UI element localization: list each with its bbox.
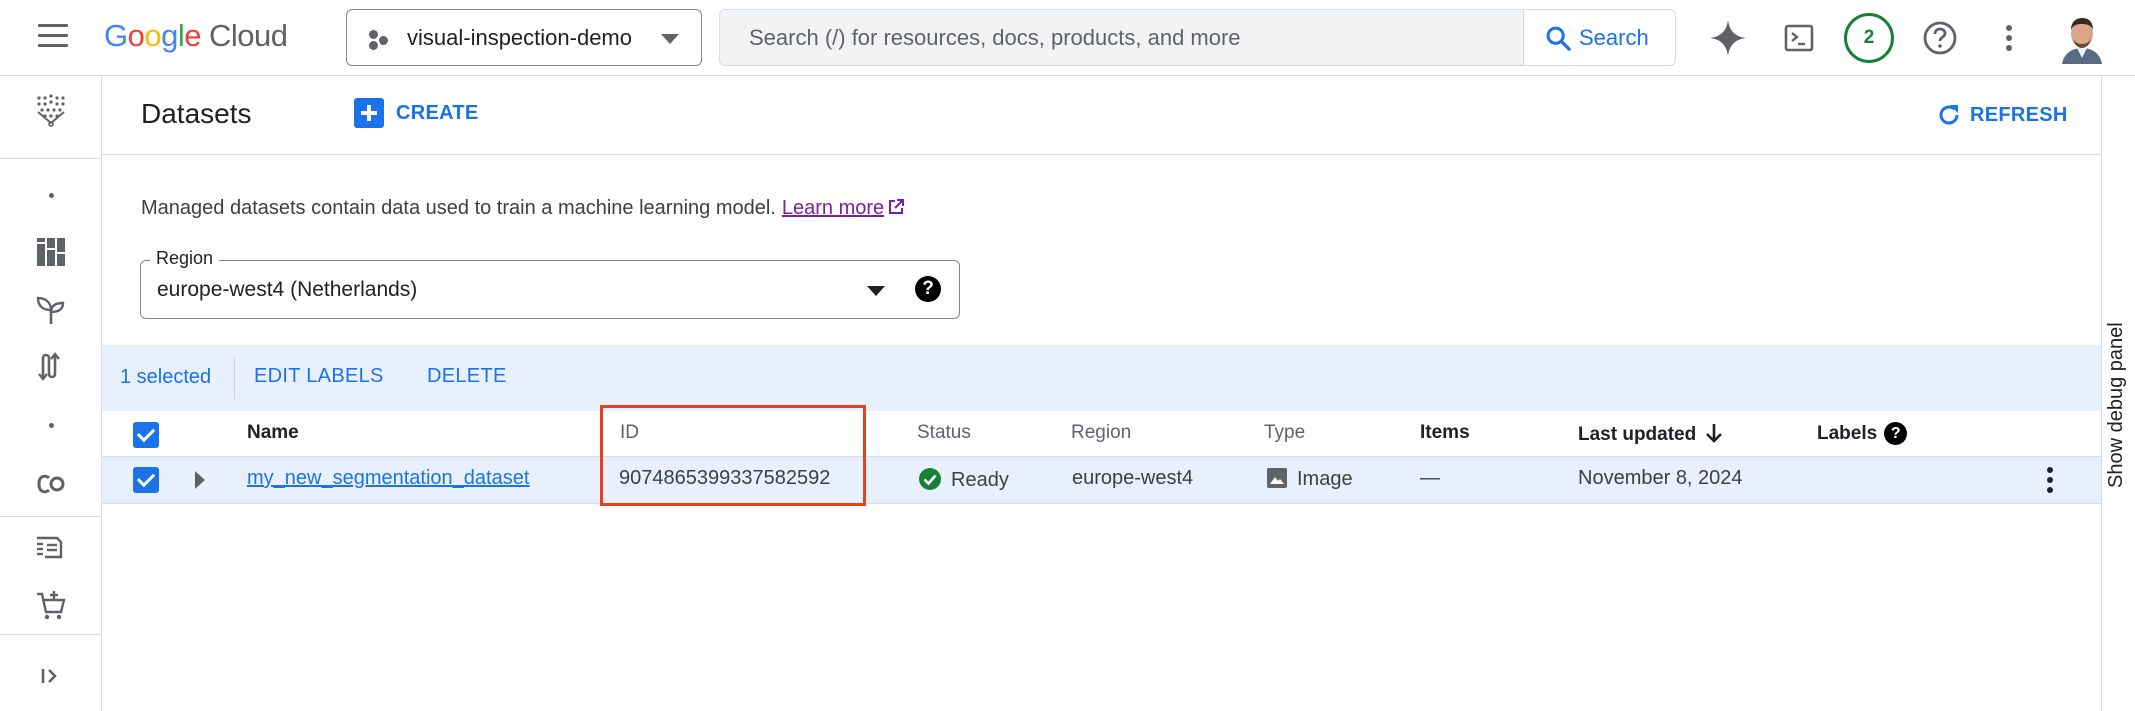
col-last-updated-label: Last updated <box>1578 424 1697 445</box>
region-select[interactable]: Region europe-west4 (Netherlands) ? <box>140 248 960 319</box>
table-row[interactable]: my_new_segmentation_dataset 907486539933… <box>102 457 2101 504</box>
add-icon <box>354 98 384 128</box>
chevron-down-icon <box>867 286 885 296</box>
pipelines-icon[interactable] <box>33 348 69 384</box>
sort-descending-icon <box>1706 424 1723 443</box>
page-title: Datasets <box>141 98 252 129</box>
colab-icon[interactable] <box>33 466 69 502</box>
rail-dot <box>49 423 54 428</box>
more-vert-icon[interactable] <box>1987 16 2031 60</box>
cloud-shell-icon[interactable] <box>1777 16 1821 60</box>
selected-count: 1 selected <box>120 366 212 388</box>
dataset-items: — <box>1420 467 1440 489</box>
page-header: Datasets CREATE REFRESH <box>102 76 2101 155</box>
logo-letter: g <box>161 18 178 53</box>
project-name: visual-inspection-demo <box>407 25 632 50</box>
main-menu-icon[interactable] <box>38 24 70 52</box>
expand-rail-icon[interactable] <box>33 658 69 694</box>
create-label: CREATE <box>396 102 479 124</box>
page-description: Managed datasets contain data used to tr… <box>141 197 905 220</box>
selection-action-bar: 1 selected EDIT LABELS DELETE <box>102 345 2101 411</box>
refresh-button[interactable]: REFRESH <box>1936 98 2068 134</box>
check-circle-icon <box>919 468 941 490</box>
gemini-icon[interactable] <box>1706 16 1750 60</box>
show-debug-panel-button[interactable]: Show debug panel <box>2101 76 2135 711</box>
col-items: Items <box>1420 422 1470 443</box>
dataset-type: Image <box>1266 467 1353 491</box>
debug-panel-label: Show debug panel <box>2105 322 2127 488</box>
learn-more-link[interactable]: Learn more <box>782 197 884 219</box>
region-help-icon[interactable]: ? <box>915 276 941 302</box>
refresh-icon <box>1939 105 1959 125</box>
col-labels: Labels? <box>1817 422 1908 445</box>
dataset-status: Ready <box>918 467 1009 492</box>
delete-button[interactable]: DELETE <box>427 365 507 388</box>
image-icon <box>1267 468 1287 488</box>
help-icon[interactable] <box>1918 16 1962 60</box>
rail-divider <box>0 516 101 517</box>
marketplace-cart-icon[interactable] <box>33 588 69 624</box>
expand-row-icon[interactable] <box>195 471 205 489</box>
logo-letter: e <box>184 18 202 53</box>
refresh-label: REFRESH <box>1970 104 2068 126</box>
search-button[interactable]: Search <box>1523 10 1675 65</box>
selection-divider <box>234 357 235 399</box>
search-input[interactable] <box>720 10 1523 65</box>
project-picker[interactable]: visual-inspection-demo <box>346 9 702 66</box>
rail-divider <box>0 158 101 159</box>
select-all-checkbox[interactable] <box>133 422 159 448</box>
description-text: Managed datasets contain data used to tr… <box>141 197 776 219</box>
logo-letter: o <box>127 18 145 53</box>
search-icon <box>1546 26 1571 51</box>
google-cloud-logo[interactable]: Google Cloud <box>104 18 288 54</box>
sprout-icon[interactable] <box>33 292 69 328</box>
status-text: Ready <box>951 469 1009 491</box>
labels-help-icon[interactable]: ? <box>1884 422 1908 445</box>
search-bar: Search <box>719 9 1676 66</box>
dashboard-icon[interactable] <box>33 234 69 270</box>
chevron-down-icon <box>661 34 679 44</box>
dataset-name-link[interactable]: my_new_segmentation_dataset <box>247 467 529 490</box>
left-nav-rail <box>0 76 102 711</box>
logo-cloud-text: Cloud <box>209 18 288 53</box>
col-region: Region <box>1071 422 1132 443</box>
external-link-icon <box>889 199 905 214</box>
project-icon <box>369 30 393 50</box>
vertex-ai-icon[interactable] <box>33 92 69 128</box>
dataset-region: europe-west4 <box>1072 467 1194 489</box>
dataset-id: 9074865399337582592 <box>619 467 831 489</box>
region-value: europe-west4 (Netherlands) <box>157 278 418 301</box>
rail-divider <box>0 634 101 635</box>
dataset-last-updated: November 8, 2024 <box>1578 467 1743 489</box>
edit-labels-button[interactable]: EDIT LABELS <box>254 365 384 388</box>
table-header: Name ID Status Region Type Items Last up… <box>102 411 2101 457</box>
col-type: Type <box>1264 422 1306 443</box>
col-id: ID <box>620 422 639 443</box>
region-label: Region <box>150 248 220 269</box>
col-labels-label: Labels <box>1817 423 1878 444</box>
rail-dot <box>49 193 54 198</box>
row-more-vert-icon[interactable] <box>2045 467 2055 495</box>
col-name[interactable]: Name <box>247 422 299 444</box>
top-bar: Google Cloud visual-inspection-demo Searc… <box>0 0 2135 76</box>
row-checkbox[interactable] <box>133 467 159 493</box>
model-registry-icon[interactable] <box>33 529 69 565</box>
user-avatar[interactable] <box>2058 12 2106 64</box>
notifications-badge[interactable]: 2 <box>1844 13 1894 63</box>
col-status: Status <box>917 422 971 443</box>
logo-letter: o <box>144 18 162 53</box>
search-button-label: Search <box>1579 25 1649 50</box>
logo-letter: G <box>104 18 128 53</box>
type-text: Image <box>1297 468 1353 490</box>
col-last-updated[interactable]: Last updated <box>1578 422 1724 446</box>
dataset-name[interactable]: my_new_segmentation_dataset <box>247 467 529 489</box>
